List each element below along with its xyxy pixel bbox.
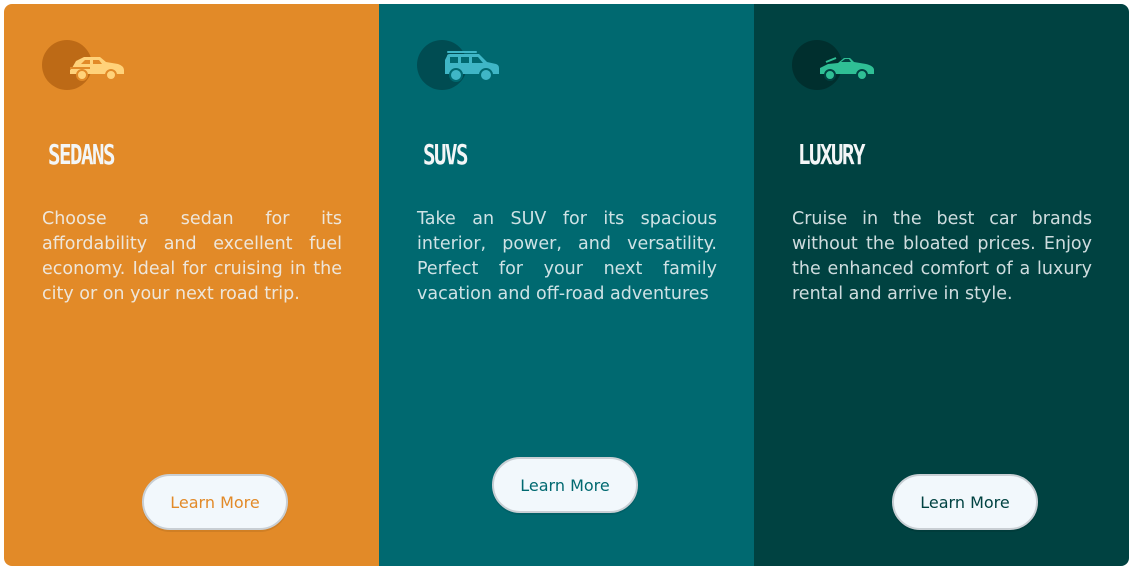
card-title: SUVS (423, 138, 468, 171)
sedan-icon-badge (42, 40, 132, 90)
suv-icon-badge (417, 40, 507, 90)
learn-more-button[interactable]: Learn More (892, 474, 1038, 530)
card-description: Cruise in the best car brands without th… (792, 209, 1092, 304)
learn-more-button[interactable]: Learn More (492, 457, 638, 513)
card-description: Take an SUV for its spacious interior, p… (417, 209, 717, 304)
card-suvs: SUVS Take an SUV for its spacious interi… (379, 4, 754, 566)
luxury-car-icon (820, 57, 874, 81)
card-luxury: LUXURY Cruise in the best car brands wit… (754, 4, 1129, 566)
sedan-car-icon (70, 57, 124, 81)
card-sedans: SEDANS Choose a sedan for its affordabil… (4, 4, 379, 566)
luxury-icon-badge (792, 40, 882, 90)
card-title: LUXURY (798, 138, 865, 171)
car-category-cards: SEDANS Choose a sedan for its affordabil… (4, 4, 1129, 566)
card-description: Choose a sedan for its affordability and… (42, 209, 342, 304)
learn-more-button[interactable]: Learn More (142, 474, 288, 530)
suv-car-icon (445, 51, 499, 82)
card-title: SEDANS (48, 138, 115, 171)
